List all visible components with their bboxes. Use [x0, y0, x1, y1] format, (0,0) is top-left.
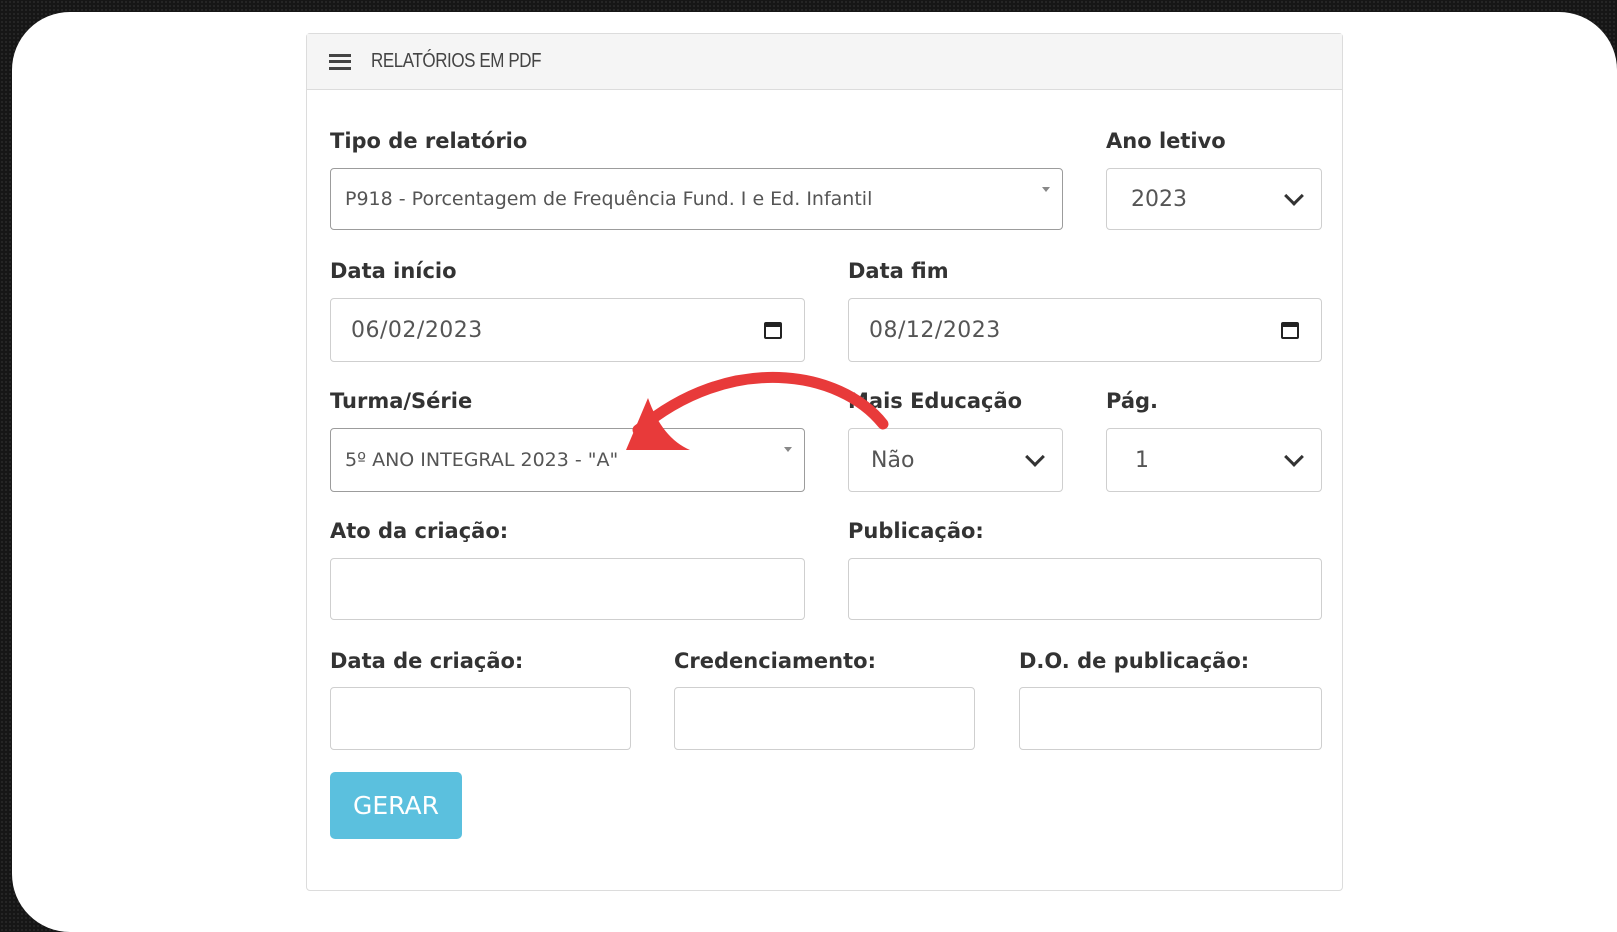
data-criacao-input[interactable]: [330, 687, 631, 750]
panel-title: RELATÓRIOS EM PDF: [371, 50, 542, 72]
publicacao-input[interactable]: [848, 558, 1322, 620]
mais-educacao-select[interactable]: Não: [848, 428, 1063, 492]
turma-serie-value: 5º ANO INTEGRAL 2023 - "A": [345, 449, 619, 471]
chevron-down-icon: [1284, 447, 1304, 467]
tipo-relatorio-value: P918 - Porcentagem de Frequência Fund. I…: [345, 188, 873, 210]
list-icon: [329, 53, 351, 70]
ato-criacao-label: Ato da criação:: [330, 519, 509, 543]
pag-value: 1: [1135, 447, 1149, 473]
data-fim-value: 08/12/2023: [869, 317, 1001, 343]
pag-select[interactable]: 1: [1106, 428, 1322, 492]
data-inicio-label: Data início: [330, 259, 457, 283]
do-publicacao-label: D.O. de publicação:: [1019, 649, 1250, 673]
tipo-relatorio-select[interactable]: P918 - Porcentagem de Frequência Fund. I…: [330, 168, 1063, 230]
credenciamento-input[interactable]: [674, 687, 975, 750]
data-criacao-label: Data de criação:: [330, 649, 524, 673]
mais-educacao-label: Mais Educação: [848, 389, 1023, 413]
ano-letivo-value: 2023: [1131, 186, 1187, 212]
ato-criacao-input[interactable]: [330, 558, 805, 620]
data-fim-label: Data fim: [848, 259, 949, 283]
mais-educacao-value: Não: [871, 447, 915, 473]
data-inicio-input[interactable]: 06/02/2023: [330, 298, 805, 362]
caret-down-icon: [1042, 187, 1050, 192]
calendar-icon[interactable]: [1281, 321, 1299, 339]
chevron-down-icon: [1284, 186, 1304, 206]
turma-serie-select[interactable]: 5º ANO INTEGRAL 2023 - "A": [330, 428, 805, 492]
calendar-icon[interactable]: [764, 321, 782, 339]
do-publicacao-input[interactable]: [1019, 687, 1322, 750]
caret-down-icon: [784, 447, 792, 452]
tipo-relatorio-label: Tipo de relatório: [330, 129, 528, 153]
turma-serie-label: Turma/Série: [330, 389, 473, 413]
data-inicio-value: 06/02/2023: [351, 317, 483, 343]
panel-header: RELATÓRIOS EM PDF: [307, 34, 1342, 90]
publicacao-label: Publicação:: [848, 519, 984, 543]
ano-letivo-label: Ano letivo: [1106, 129, 1226, 153]
pag-label: Pág.: [1106, 389, 1159, 413]
gerar-button[interactable]: GERAR: [330, 772, 462, 839]
ano-letivo-select[interactable]: 2023: [1106, 168, 1322, 230]
data-fim-input[interactable]: 08/12/2023: [848, 298, 1322, 362]
chevron-down-icon: [1025, 447, 1045, 467]
credenciamento-label: Credenciamento:: [674, 649, 876, 673]
